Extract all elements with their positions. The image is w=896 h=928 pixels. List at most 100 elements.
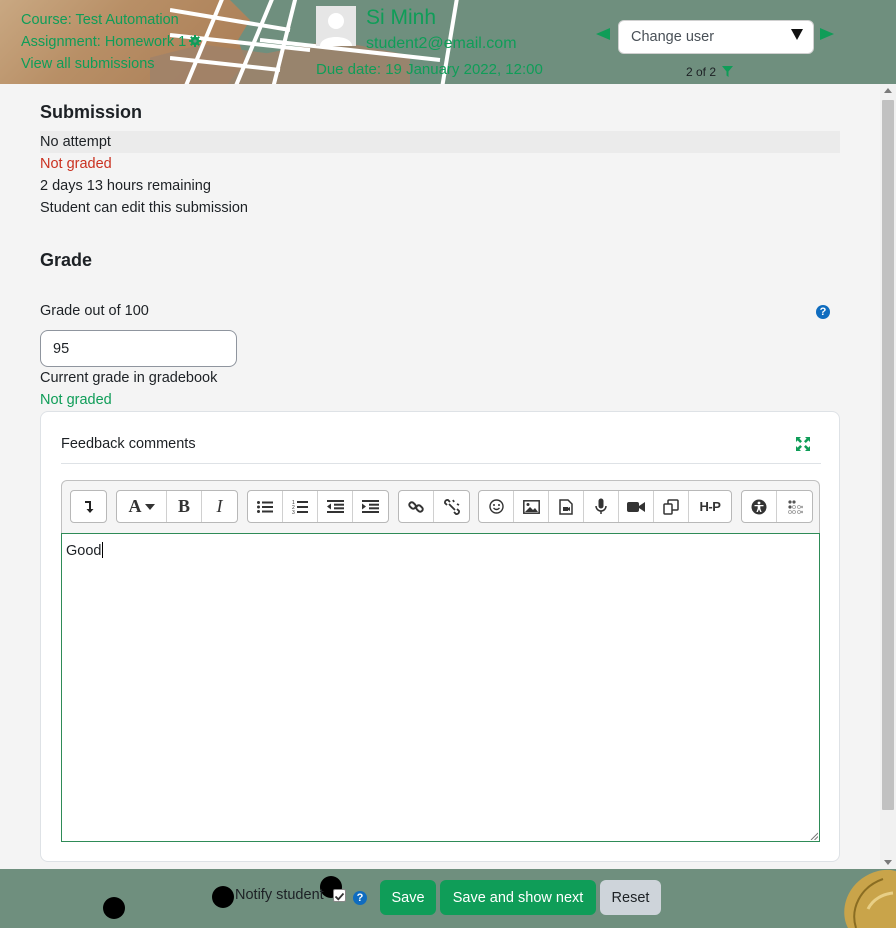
assignment-link-label: Assignment: Homework 1: [21, 34, 187, 50]
course-link[interactable]: Course: Test Automation: [21, 9, 201, 31]
user-counter: 2 of 2: [686, 65, 734, 79]
cursor-marker: [212, 886, 234, 908]
outdent-icon: [326, 500, 344, 513]
toolbar-collapse-button[interactable]: [71, 491, 106, 522]
feedback-text: Good: [66, 543, 102, 559]
media-file-icon: [559, 498, 573, 515]
gear-icon[interactable]: [189, 35, 202, 47]
unlink-icon: [443, 498, 460, 515]
toolbar-italic-button[interactable]: I: [202, 491, 237, 522]
due-date: Due date: 19 January 2022, 12:00: [316, 61, 543, 78]
svg-text:3: 3: [292, 510, 295, 514]
feedback-divider: [61, 463, 821, 464]
microphone-icon: [595, 498, 607, 514]
toolbar-record-audio-button[interactable]: [584, 491, 619, 522]
notify-student-label: Notify student: [235, 887, 324, 903]
gradebook-label: Current grade in gradebook: [40, 370, 218, 386]
scrollbar[interactable]: [880, 84, 896, 869]
resize-grip-icon[interactable]: [810, 832, 818, 840]
toolbar-screenreader-helper-button[interactable]: [777, 491, 812, 522]
grade-heading: Grade: [40, 250, 93, 270]
toolbar-outdent-button[interactable]: [318, 491, 353, 522]
view-all-submissions-link[interactable]: View all submissions: [21, 53, 201, 75]
scrollbar-thumb[interactable]: [882, 100, 894, 810]
student-email: student2@email.com: [366, 35, 517, 52]
page-header: Course: Test Automation Assignment: Home…: [0, 0, 896, 84]
change-user-label: Change user: [631, 29, 715, 45]
font-style-label: A: [128, 496, 142, 516]
emoji-icon: [488, 499, 504, 514]
student-name[interactable]: Si Minh: [366, 6, 436, 30]
toolbar-group-accessibility: [741, 490, 813, 523]
accessibility-icon: [751, 499, 767, 514]
chevron-down-icon: [144, 503, 155, 510]
text-cursor: [102, 542, 104, 558]
ordered-list-icon: 123: [292, 500, 308, 514]
toolbar-group-text: A B I: [116, 490, 238, 523]
reset-button[interactable]: Reset: [600, 880, 661, 915]
unordered-list-icon: [257, 500, 273, 513]
feedback-comments-card: Feedback comments A B I 1 2 3 H-P Good: [40, 411, 840, 862]
help-icon[interactable]: ?: [816, 305, 830, 319]
checkmark-icon: [334, 892, 345, 901]
avatar[interactable]: [316, 6, 356, 46]
braille-icon: [787, 499, 803, 514]
cursor-marker: [103, 897, 125, 919]
indent-icon: [362, 500, 379, 513]
scroll-down-icon[interactable]: [884, 860, 892, 865]
submission-status: No attempt: [40, 131, 840, 153]
grading-status: Not graded: [40, 156, 112, 172]
time-remaining: 2 days 13 hours remaining: [40, 178, 211, 194]
change-user-select[interactable]: Change user: [618, 20, 814, 54]
grade-label: Grade out of 100: [40, 303, 149, 319]
toolbar-group-collapse: [70, 490, 107, 523]
link-icon: [408, 500, 424, 513]
collapse-arrow-icon: [84, 500, 93, 513]
save-and-show-next-button[interactable]: Save and show next: [440, 880, 596, 915]
assignment-link[interactable]: Assignment: Homework 1: [21, 31, 202, 53]
grading-action-bar: Notify student ? Save Save and show next…: [0, 869, 896, 928]
toolbar-group-lists: 123: [247, 490, 389, 523]
expand-icon[interactable]: [796, 437, 810, 451]
notify-student-checkbox[interactable]: [333, 889, 346, 902]
toolbar-bold-button[interactable]: B: [167, 491, 202, 522]
toolbar-manage-files-button[interactable]: [654, 491, 689, 522]
toolbar-media-file-button[interactable]: [549, 491, 584, 522]
toolbar-emoji-button[interactable]: [479, 491, 514, 522]
help-icon[interactable]: ?: [353, 891, 367, 905]
previous-user-arrow-icon[interactable]: [596, 28, 610, 40]
submission-heading: Submission: [40, 102, 143, 122]
feedback-editor[interactable]: Good: [61, 533, 820, 842]
filter-icon[interactable]: [722, 66, 734, 77]
toolbar-record-video-button[interactable]: [619, 491, 654, 522]
toolbar-group-links: [398, 490, 470, 523]
toolbar-unordered-list-button[interactable]: [248, 491, 283, 522]
user-avatar-icon: [320, 13, 352, 46]
copy-files-icon: [663, 498, 679, 515]
header-context-links: Course: Test Automation Assignment: Home…: [21, 9, 202, 75]
editor-toolbar: A B I 123 H-P: [61, 480, 820, 534]
toolbar-indent-button[interactable]: [353, 491, 388, 522]
toolbar-h5p-button[interactable]: H-P: [689, 491, 731, 522]
image-icon: [522, 499, 540, 514]
chevron-down-icon: [791, 29, 803, 40]
save-button[interactable]: Save: [380, 880, 436, 915]
gradebook-value: Not graded: [40, 392, 112, 408]
toolbar-font-style-button[interactable]: A: [117, 491, 167, 522]
toolbar-group-media: H-P: [478, 490, 732, 523]
toolbar-ordered-list-button[interactable]: 123: [283, 491, 318, 522]
toolbar-unlink-button[interactable]: [434, 491, 469, 522]
next-user-arrow-icon[interactable]: [820, 28, 834, 40]
grading-panel: Submission No attempt Not graded 2 days …: [0, 84, 880, 869]
toolbar-image-button[interactable]: [514, 491, 549, 522]
video-camera-icon: [627, 501, 645, 512]
feedback-title: Feedback comments: [61, 436, 196, 452]
toolbar-link-button[interactable]: [399, 491, 434, 522]
scroll-up-icon[interactable]: [884, 88, 892, 93]
grade-input[interactable]: [40, 330, 237, 367]
h5p-icon: H-P: [699, 499, 721, 514]
user-counter-text: 2 of 2: [686, 65, 717, 79]
toolbar-accessibility-checker-button[interactable]: [742, 491, 777, 522]
footer-leaf-decoration: [844, 869, 896, 928]
edit-status: Student can edit this submission: [40, 200, 248, 216]
